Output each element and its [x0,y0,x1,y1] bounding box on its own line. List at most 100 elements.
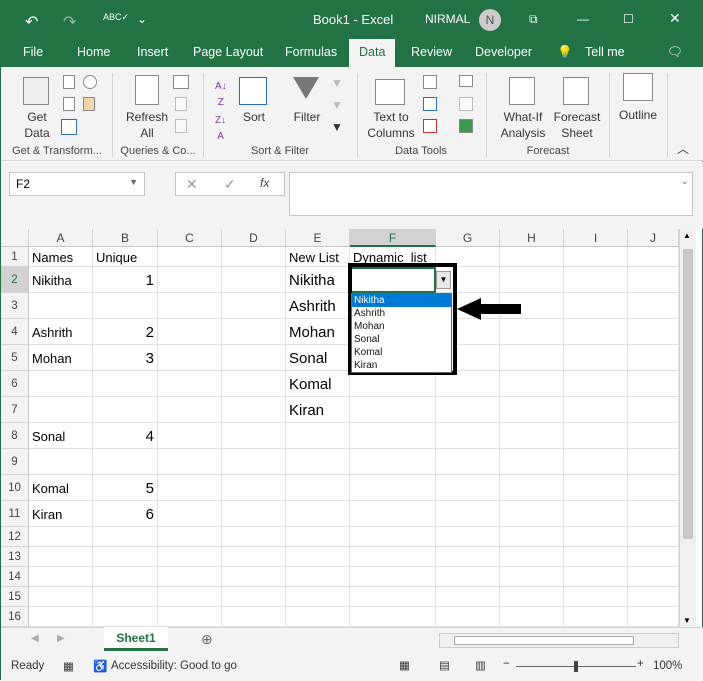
cell-C4[interactable] [158,319,222,345]
column-header-B[interactable]: B [93,229,158,247]
row-header-10[interactable]: 10 [1,475,29,501]
tab-data[interactable]: Data [349,39,396,67]
cell-D10[interactable] [222,475,286,501]
cell-J15[interactable] [628,587,679,607]
scroll-thumb[interactable] [683,249,693,539]
cell-J2[interactable] [628,267,679,293]
cell-D11[interactable] [222,501,286,527]
tab-page-layout[interactable]: Page Layout [193,45,263,59]
chevron-down-icon[interactable]: ▼ [129,177,138,187]
row-header-12[interactable]: 12 [1,527,29,547]
vertical-scrollbar[interactable]: ▲ ▼ [679,229,696,627]
cell-A1[interactable]: Names [29,247,93,267]
cell-E8[interactable] [286,423,350,449]
cell-D15[interactable] [222,587,286,607]
cell-B15[interactable] [93,587,158,607]
tab-formulas[interactable]: Formulas [285,45,337,59]
cell-G12[interactable] [436,527,500,547]
cell-I10[interactable] [564,475,628,501]
cell-B7[interactable] [93,397,158,423]
cell-J11[interactable] [628,501,679,527]
from-table-icon[interactable] [61,119,77,135]
edit-links-icon[interactable] [175,119,187,133]
cell-D4[interactable] [222,319,286,345]
relationships-icon[interactable] [459,97,473,111]
cell-A3[interactable] [29,293,93,319]
cell-I5[interactable] [564,345,628,371]
cell-A11[interactable]: Kiran [29,501,93,527]
normal-view-icon[interactable]: ▦ [399,658,410,672]
cell-C5[interactable] [158,345,222,371]
cell-A10[interactable]: Komal [29,475,93,501]
cell-E6[interactable]: Komal [286,371,350,397]
cell-F12[interactable] [350,527,436,547]
tab-home[interactable]: Home [77,45,110,59]
expand-formula-icon[interactable]: ⌄ [681,176,689,187]
cell-D1[interactable] [222,247,286,267]
cell-A8[interactable]: Sonal [29,423,93,449]
cell-A9[interactable] [29,449,93,475]
data-validation-icon[interactable] [423,119,437,133]
cell-G9[interactable] [436,449,500,475]
cell-D2[interactable] [222,267,286,293]
cell-I3[interactable] [564,293,628,319]
cell-H11[interactable] [500,501,564,527]
dropdown-option[interactable]: Ashrith [352,307,451,320]
row-header-2[interactable]: 2 [1,267,29,293]
cell-H8[interactable] [500,423,564,449]
cell-D8[interactable] [222,423,286,449]
row-header-16[interactable]: 16 [1,607,29,627]
get-data-button[interactable]: Get Data [15,109,59,141]
cell-E11[interactable] [286,501,350,527]
zoom-slider[interactable] [516,661,636,672]
row-header-4[interactable]: 4 [1,319,29,345]
cell-B11[interactable]: 6 [93,501,158,527]
filter-button[interactable]: Filter [289,109,325,125]
cell-H10[interactable] [500,475,564,501]
sort-button[interactable]: Sort [237,109,271,125]
cell-C7[interactable] [158,397,222,423]
cell-B10[interactable]: 5 [93,475,158,501]
cell-B5[interactable]: 3 [93,345,158,371]
cell-J3[interactable] [628,293,679,319]
cell-J6[interactable] [628,371,679,397]
cell-A12[interactable] [29,527,93,547]
zoom-slider-thumb[interactable] [574,661,578,672]
cell-H1[interactable] [500,247,564,267]
cell-J13[interactable] [628,547,679,567]
cell-H7[interactable] [500,397,564,423]
cell-H13[interactable] [500,547,564,567]
enter-icon[interactable]: ✓ [224,176,236,193]
existing-connections-icon[interactable] [83,97,95,111]
reapply-icon[interactable]: ▼ [331,97,343,113]
from-web-icon[interactable] [63,97,75,111]
close-icon[interactable]: ✕ [669,10,681,27]
text-to-columns-button[interactable]: Text to Columns [363,109,419,141]
cell-D3[interactable] [222,293,286,319]
cell-J1[interactable] [628,247,679,267]
zoom-level[interactable]: 100% [653,660,682,672]
prev-sheet-icon[interactable]: ◀ [31,633,39,644]
cell-E7[interactable]: Kiran [286,397,350,423]
cell-A4[interactable]: Ashrith [29,319,93,345]
cell-D14[interactable] [222,567,286,587]
cell-F11[interactable] [350,501,436,527]
properties-icon[interactable] [175,97,187,111]
cell-A13[interactable] [29,547,93,567]
insert-function-icon[interactable]: fx [260,176,269,190]
cell-J4[interactable] [628,319,679,345]
cell-E5[interactable]: Sonal [286,345,350,371]
cell-A5[interactable]: Mohan [29,345,93,371]
cell-E3[interactable]: Ashrith [286,293,350,319]
column-header-E[interactable]: E [286,229,350,247]
dropdown-option[interactable]: Nikitha [352,294,451,307]
cell-C8[interactable] [158,423,222,449]
cell-D5[interactable] [222,345,286,371]
cell-C6[interactable] [158,371,222,397]
cell-G13[interactable] [436,547,500,567]
tab-file[interactable]: File [23,45,43,59]
cell-F9[interactable] [350,449,436,475]
name-box[interactable]: F2 ▼ [9,172,145,196]
cell-F15[interactable] [350,587,436,607]
data-model-icon[interactable] [459,119,473,133]
